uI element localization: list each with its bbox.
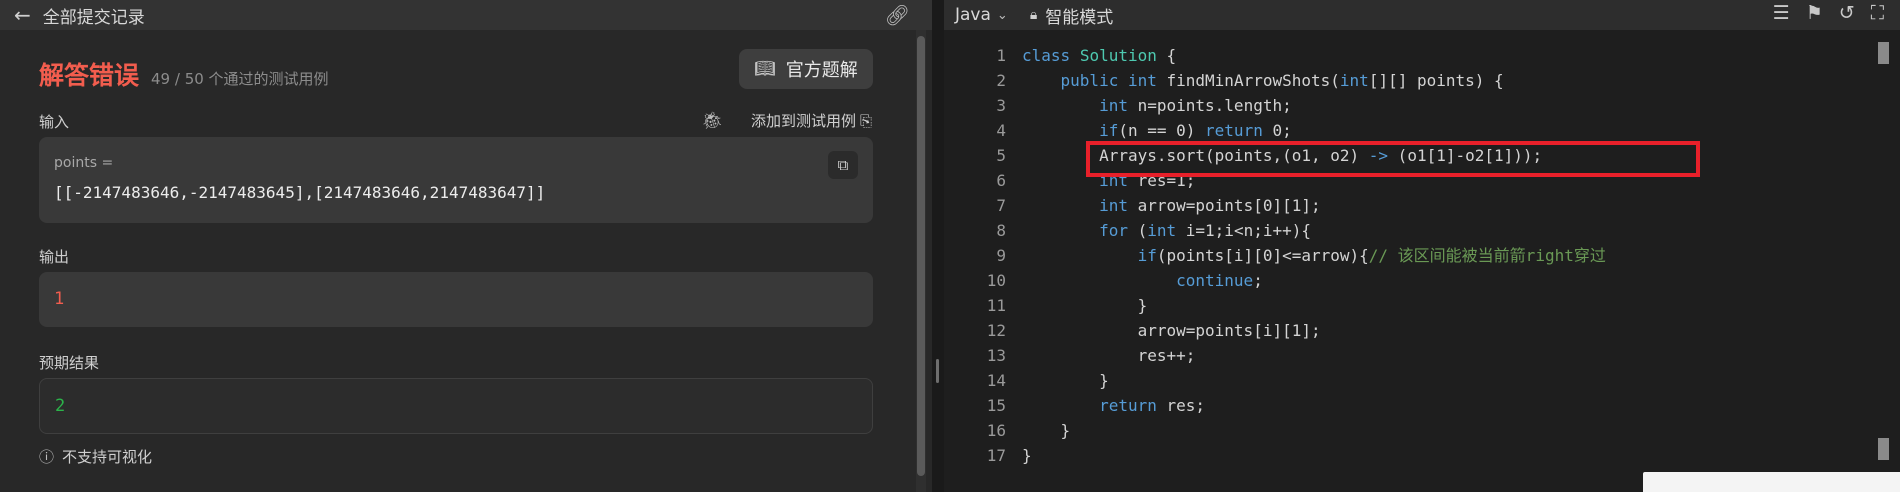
- resize-grip[interactable]: [936, 359, 939, 383]
- code-line[interactable]: }: [1022, 293, 1606, 318]
- code-line[interactable]: }: [1022, 368, 1606, 393]
- line-number: 16: [986, 421, 1006, 440]
- input-box: points = [[-2147483646,-2147483645],[214…: [39, 137, 873, 223]
- book-icon: 📖︎: [754, 59, 776, 79]
- info-icon: ⓘ: [39, 448, 55, 466]
- scroll-thumb-top[interactable]: [1878, 42, 1889, 64]
- code-line[interactable]: class Solution {: [1022, 43, 1606, 68]
- debug-icon[interactable]: 🐞︎: [701, 111, 723, 131]
- line-number: 6: [996, 171, 1006, 190]
- format-icon[interactable]: ☰: [1773, 2, 1790, 24]
- submission-detail-panel: ← 全部提交记录 🔗︎ 解答错误 49 / 50 个通过的测试用例 📖︎ 官方题…: [0, 0, 932, 492]
- line-number: 1: [996, 46, 1006, 65]
- output-value: 1: [54, 289, 65, 309]
- line-number: 13: [986, 346, 1006, 365]
- line-number: 11: [986, 296, 1006, 315]
- panel-resizer[interactable]: [932, 0, 944, 492]
- copy-icon[interactable]: ⧉: [828, 151, 858, 179]
- smart-mode-toggle[interactable]: 智能模式: [1045, 3, 1113, 28]
- arrow-left-icon[interactable]: ←: [14, 3, 31, 27]
- line-number: 3: [996, 96, 1006, 115]
- code-line[interactable]: }: [1022, 443, 1606, 468]
- line-number-gutter: 1 2 3 4 5 6 7 8 9 10 11 12 13 14 15 16 17: [944, 43, 1006, 468]
- line-number: 7: [996, 196, 1006, 215]
- expected-value: 2: [55, 396, 66, 416]
- result-status-row: 解答错误 49 / 50 个通过的测试用例: [39, 56, 329, 92]
- code-line[interactable]: return res;: [1022, 393, 1606, 418]
- all-submissions-link[interactable]: 全部提交记录: [43, 3, 145, 28]
- line-number: 10: [986, 271, 1006, 290]
- overlay-panel: [1643, 472, 1900, 492]
- official-solution-label: 官方题解: [785, 60, 858, 81]
- param-value: [[-2147483646,-2147483645],[2147483646,2…: [54, 183, 546, 202]
- chevron-down-icon[interactable]: ⌄: [997, 8, 1008, 23]
- editor-actions: ☰ ⚑ ↺ ⛶: [1757, 2, 1884, 24]
- code-area[interactable]: class Solution { public int findMinArrow…: [1022, 43, 1606, 468]
- editor-toolbar: Java ⌄ 🔒︎ 智能模式 ☰ ⚑ ↺ ⛶: [944, 0, 1900, 30]
- param-name: points =: [54, 155, 114, 171]
- line-number: 12: [986, 321, 1006, 340]
- fullscreen-icon[interactable]: ⛶: [1871, 2, 1884, 24]
- line-number: 2: [996, 71, 1006, 90]
- code-editor-panel: Java ⌄ 🔒︎ 智能模式 ☰ ⚑ ↺ ⛶ 1 2 3 4 5 6 7 8 9 10 11 12 13…: [944, 0, 1900, 492]
- output-box: 1: [39, 272, 873, 327]
- code-line[interactable]: int n=points.length;: [1022, 93, 1606, 118]
- left-scrollbar[interactable]: [916, 30, 926, 492]
- code-line[interactable]: if(n == 0) return 0;: [1022, 118, 1606, 143]
- link-icon[interactable]: 🔗︎: [885, 3, 910, 27]
- line-number: 17: [986, 446, 1006, 465]
- code-line[interactable]: public int findMinArrowShots(int[][] poi…: [1022, 68, 1606, 93]
- panel-header: ← 全部提交记录 🔗︎: [0, 0, 932, 30]
- expected-box: 2: [39, 378, 873, 434]
- bookmark-icon[interactable]: ⚑: [1806, 2, 1823, 24]
- line-number: 4: [996, 121, 1006, 140]
- code-line[interactable]: continue;: [1022, 268, 1606, 293]
- input-actions: 🐞︎ 添加到测试用例 ⎘: [701, 110, 872, 131]
- line-number: 5: [996, 146, 1006, 165]
- expected-label: 预期结果: [39, 354, 100, 372]
- language-select[interactable]: Java: [955, 5, 991, 25]
- code-line[interactable]: int arrow=points[0][1];: [1022, 193, 1606, 218]
- line-number: 9: [996, 246, 1006, 265]
- add-testcase-icon[interactable]: ⎘: [860, 112, 872, 130]
- lock-icon: 🔒︎: [1029, 7, 1038, 23]
- code-line[interactable]: res++;: [1022, 343, 1606, 368]
- line-number: 14: [986, 371, 1006, 390]
- code-line[interactable]: }: [1022, 418, 1606, 443]
- code-line[interactable]: if(points[i][0]<=arrow){// 该区间能被当前箭right…: [1022, 243, 1606, 268]
- reset-icon[interactable]: ↺: [1839, 2, 1855, 24]
- visualization-text: 不支持可视化: [62, 448, 153, 466]
- add-testcase-button[interactable]: 添加到测试用例: [751, 110, 856, 131]
- line-number: 8: [996, 221, 1006, 240]
- input-label: 输入: [39, 113, 70, 131]
- pass-count: 49 / 50 个通过的测试用例: [151, 70, 329, 88]
- highlight-annotation: [1086, 141, 1700, 177]
- left-scroll-thumb[interactable]: [917, 36, 925, 476]
- editor-scrollbar[interactable]: [1877, 38, 1891, 486]
- line-number: 15: [986, 396, 1006, 415]
- code-line[interactable]: arrow=points[i][1];: [1022, 318, 1606, 343]
- scroll-thumb-bottom[interactable]: [1878, 438, 1889, 460]
- output-label: 输出: [39, 248, 70, 266]
- code-line[interactable]: for (int i=1;i<n;i++){: [1022, 218, 1606, 243]
- status-wrong-answer: 解答错误: [39, 61, 140, 90]
- official-solution-button[interactable]: 📖︎ 官方题解: [739, 49, 873, 89]
- visualization-note: ⓘ 不支持可视化: [39, 446, 152, 467]
